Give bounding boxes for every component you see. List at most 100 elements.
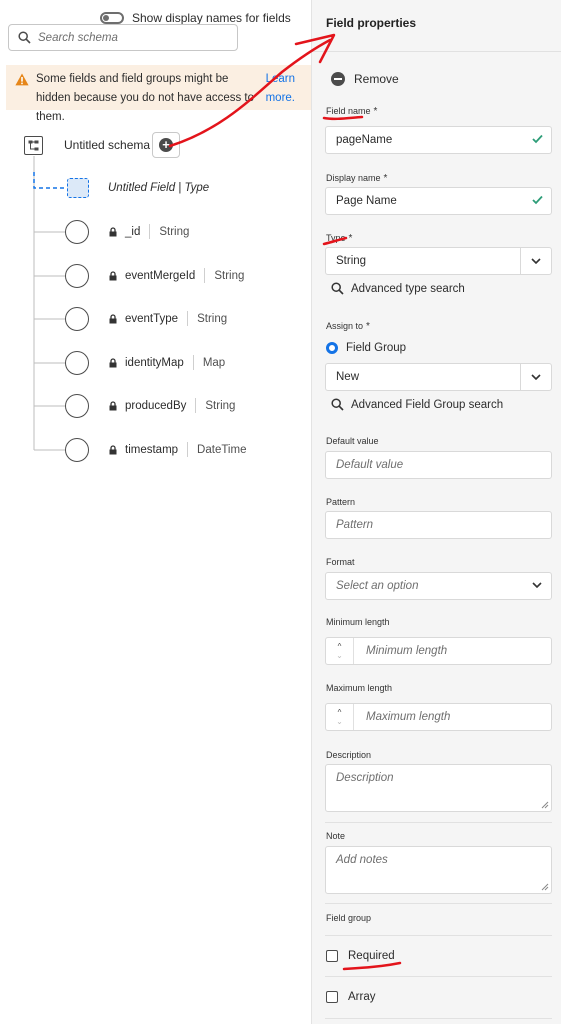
learn-more-link[interactable]: Learn more.	[266, 70, 305, 110]
warning-message: Some fields and field groups might be hi…	[36, 73, 255, 123]
lock-icon	[109, 444, 117, 454]
display-names-toggle[interactable]	[100, 12, 124, 24]
field-group-value: New	[336, 371, 360, 383]
lock-icon	[109, 270, 117, 280]
default-value-label: Default value	[326, 436, 379, 446]
default-value-input[interactable]: Default value	[325, 451, 552, 479]
new-field-label[interactable]: Untitled Field | Type	[108, 182, 209, 194]
field-node-eventtype[interactable]	[65, 307, 89, 331]
field-properties-panel: Field properties Remove Field name * page…	[311, 0, 561, 1024]
field-name: producedBy	[125, 399, 187, 412]
chevron-up-icon[interactable]: ^	[338, 708, 342, 717]
divider	[325, 935, 552, 936]
array-label: Array	[348, 991, 376, 1003]
search-input[interactable]	[38, 31, 218, 44]
max-length-step-buttons[interactable]: ^ ⌄	[326, 704, 354, 730]
display-names-toggle-row[interactable]: Show display names for fields	[100, 11, 291, 25]
description-textarea[interactable]: Description	[325, 764, 552, 812]
divider	[325, 822, 552, 823]
field-group-select[interactable]: New	[325, 363, 552, 391]
chevron-up-icon[interactable]: ^	[338, 642, 342, 651]
divider	[325, 1018, 552, 1019]
description-placeholder: Description	[336, 772, 394, 784]
add-field-button[interactable]: +	[152, 132, 180, 158]
field-node-eventmergeid[interactable]	[65, 264, 89, 288]
remove-button[interactable]: Remove	[331, 72, 399, 86]
field-node-identitymap[interactable]	[65, 351, 89, 375]
advanced-field-group-search-label: Advanced Field Group search	[351, 398, 504, 411]
field-group-label: Field group	[326, 913, 372, 923]
max-length-stepper[interactable]: ^ ⌄ Maximum length	[325, 703, 552, 731]
required-checkbox[interactable]	[326, 950, 338, 962]
field-group-dropdown-button[interactable]	[520, 364, 551, 390]
min-length-placeholder: Minimum length	[366, 645, 448, 657]
field-group-radio[interactable]: Field Group	[326, 342, 406, 354]
field-row-identitymap[interactable]: identityMap Map	[109, 355, 225, 370]
min-length-step-buttons[interactable]: ^ ⌄	[326, 638, 354, 664]
advanced-type-search[interactable]: Advanced type search	[331, 282, 465, 295]
field-group-radio-label: Field Group	[346, 342, 407, 354]
display-name-value: Page Name	[336, 195, 397, 207]
array-checkbox[interactable]	[326, 991, 338, 1003]
field-type: Map	[202, 356, 226, 369]
field-node-timestamp[interactable]	[65, 438, 89, 462]
required-checkbox-row[interactable]: Required	[326, 950, 395, 962]
field-row-id[interactable]: _id String	[109, 224, 189, 239]
lock-icon	[109, 357, 117, 367]
display-name-label: Display name *	[326, 173, 388, 184]
chevron-down-icon[interactable]: ⌄	[336, 651, 343, 660]
field-row-eventmergeid[interactable]: eventMergeId String	[109, 268, 244, 283]
warning-icon	[15, 73, 29, 86]
resize-grip-icon[interactable]	[541, 801, 549, 809]
field-row-eventtype[interactable]: eventType String	[109, 311, 227, 326]
field-row-timestamp[interactable]: timestamp DateTime	[109, 442, 246, 457]
schema-root-icon[interactable]	[24, 136, 43, 155]
field-node-id[interactable]	[65, 220, 89, 244]
field-type: DateTime	[197, 443, 247, 456]
format-label: Format	[326, 557, 355, 567]
field-type: String	[197, 312, 228, 325]
note-textarea[interactable]: Add notes	[325, 846, 552, 894]
lock-icon	[109, 400, 117, 410]
chevron-down-icon	[531, 374, 541, 380]
new-field-node[interactable]	[67, 178, 89, 198]
pattern-input[interactable]: Pattern	[325, 511, 552, 539]
format-select[interactable]: Select an option	[325, 572, 552, 600]
field-node-producedby[interactable]	[65, 394, 89, 418]
max-length-placeholder: Maximum length	[366, 711, 451, 723]
radio-selected-icon[interactable]	[326, 342, 338, 354]
pattern-label: Pattern	[326, 497, 356, 507]
checkmark-icon	[532, 195, 543, 205]
search-icon	[331, 282, 344, 295]
schema-search[interactable]	[8, 24, 238, 51]
min-length-label: Minimum length	[326, 617, 390, 627]
type-select[interactable]: String	[325, 247, 552, 275]
resize-grip-icon[interactable]	[541, 883, 549, 891]
schema-root-label[interactable]: Untitled schema	[64, 138, 150, 152]
field-name-input[interactable]: pageName	[325, 126, 552, 154]
learn-more-line1: Learn	[265, 73, 296, 85]
advanced-field-group-search[interactable]: Advanced Field Group search	[331, 398, 503, 411]
min-length-stepper[interactable]: ^ ⌄ Minimum length	[325, 637, 552, 665]
field-name: eventMergeId	[125, 269, 196, 282]
array-checkbox-row[interactable]: Array	[326, 991, 375, 1003]
note-placeholder: Add notes	[336, 854, 388, 866]
search-icon	[331, 398, 344, 411]
field-row-producedby[interactable]: producedBy String	[109, 398, 235, 413]
field-separator	[204, 268, 206, 283]
type-dropdown-button[interactable]	[520, 248, 551, 274]
chevron-down-icon[interactable]: ⌄	[336, 717, 343, 726]
field-separator	[195, 398, 197, 413]
checkmark-icon	[532, 134, 543, 144]
divider	[325, 903, 552, 904]
remove-label: Remove	[354, 72, 399, 86]
note-label: Note	[326, 831, 346, 841]
chevron-down-icon	[531, 258, 541, 264]
display-name-input[interactable]: Page Name	[325, 187, 552, 215]
type-value: String	[336, 255, 367, 267]
access-warning-banner: Some fields and field groups might be hi…	[6, 65, 311, 123]
remove-icon	[331, 72, 345, 86]
field-type: String	[214, 269, 245, 282]
plus-icon: +	[159, 138, 173, 152]
field-separator	[187, 311, 189, 326]
